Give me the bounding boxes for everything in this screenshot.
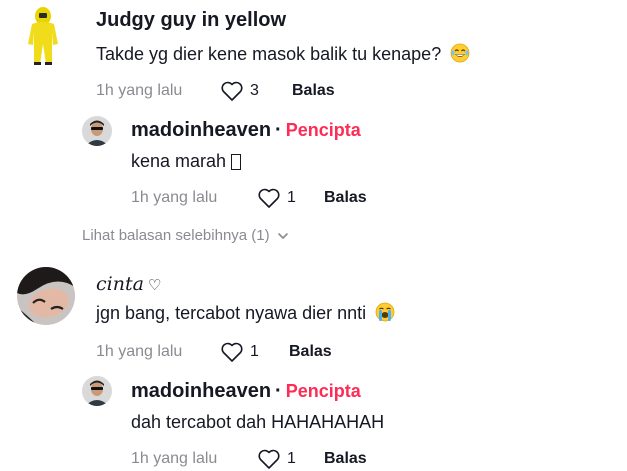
reply-button[interactable]: Balas bbox=[289, 343, 332, 361]
view-more-replies-label: Lihat balasan selebihnya (1) bbox=[82, 227, 270, 244]
comment-body: cinta ♡ jgn bang, tercabot nyawa dier nnt… bbox=[96, 272, 395, 363]
comment-meta: 1h yang lalu 3 Balas bbox=[96, 80, 470, 102]
comment-time: 1h yang lalu bbox=[96, 343, 183, 360]
comment-meta: 1h yang lalu 1 Balas bbox=[96, 341, 395, 363]
heart-icon bbox=[221, 81, 243, 101]
reply-meta: 1h yang lalu 1 Balas bbox=[131, 187, 367, 209]
reply-button[interactable]: Balas bbox=[292, 82, 335, 100]
like-count: 3 bbox=[250, 82, 259, 99]
comment-username[interactable]: Judgy guy in yellow bbox=[96, 8, 470, 32]
like-count: 1 bbox=[287, 189, 296, 206]
reply-body: madoinheaven · Pencipta kena marah 1h yang… bbox=[131, 118, 367, 209]
comment-text: jgn bang, tercabot nyawa dier nnti bbox=[96, 301, 395, 325]
creator-badge: Pencipta bbox=[285, 120, 361, 140]
like-button[interactable]: 1 bbox=[257, 187, 296, 209]
comment-body: Judgy guy in yellow Takde yg dier kene m… bbox=[96, 8, 470, 102]
reply-username-row: madoinheaven · Pencipta bbox=[131, 379, 384, 403]
heart-icon bbox=[221, 342, 243, 362]
heart-icon bbox=[258, 188, 280, 208]
comment-text: Takde yg dier kene masok balik tu kenape… bbox=[96, 42, 470, 66]
comment-username[interactable]: cinta bbox=[96, 273, 144, 295]
avatar[interactable] bbox=[82, 116, 112, 146]
like-count: 1 bbox=[250, 343, 259, 360]
like-button[interactable]: 1 bbox=[220, 341, 259, 363]
crying-loudly-emoji-icon bbox=[375, 302, 395, 322]
reply-username[interactable]: madoinheaven bbox=[131, 119, 271, 141]
creator-badge: Pencipta bbox=[285, 381, 361, 401]
reply-button[interactable]: Balas bbox=[324, 450, 367, 468]
user-avatar-icon bbox=[82, 376, 112, 406]
separator-dot: · bbox=[275, 380, 282, 402]
reply-text: dah tercabot dah HAHAHAHAH bbox=[131, 412, 385, 432]
comment-text-content: Takde yg dier kene masok balik tu kenape… bbox=[96, 44, 442, 64]
like-count: 1 bbox=[287, 450, 296, 467]
reply-time: 1h yang lalu bbox=[131, 189, 218, 206]
user-avatar-icon bbox=[17, 267, 75, 325]
reply-text: kena marah bbox=[131, 149, 361, 173]
like-button[interactable]: 3 bbox=[220, 80, 259, 102]
laughing-tears-emoji-icon bbox=[450, 43, 470, 63]
chevron-down-icon bbox=[277, 232, 288, 239]
comment-text-content: jgn bang, tercabot nyawa dier nnti bbox=[96, 303, 367, 323]
hazmat-figure-icon bbox=[28, 7, 58, 65]
avatar[interactable] bbox=[22, 4, 64, 66]
view-more-replies-button[interactable]: Lihat balasan selebihnya (1) bbox=[82, 227, 290, 244]
reply-body: madoinheaven · Pencipta dah tercabot dah H… bbox=[131, 379, 384, 470]
comment-thread: Judgy guy in yellow Takde yg dier kene m… bbox=[0, 0, 627, 471]
avatar[interactable] bbox=[82, 376, 112, 406]
reply-time: 1h yang lalu bbox=[131, 450, 218, 467]
reply-button[interactable]: Balas bbox=[324, 189, 367, 207]
username-heart-symbol: ♡ bbox=[147, 276, 162, 294]
reply-username-row: madoinheaven · Pencipta bbox=[131, 118, 361, 142]
separator-dot: · bbox=[275, 119, 282, 141]
avatar[interactable] bbox=[17, 267, 75, 325]
comment-time: 1h yang lalu bbox=[96, 82, 183, 99]
comment-username-row: cinta ♡ bbox=[96, 272, 395, 297]
reply-username[interactable]: madoinheaven bbox=[131, 380, 271, 402]
missing-glyph-icon bbox=[231, 154, 242, 170]
user-avatar-icon bbox=[82, 116, 112, 146]
like-button[interactable]: 1 bbox=[257, 448, 296, 470]
reply-text-content: kena marah bbox=[131, 151, 227, 171]
heart-icon bbox=[258, 449, 280, 469]
reply-meta: 1h yang lalu 1 Balas bbox=[131, 448, 384, 470]
